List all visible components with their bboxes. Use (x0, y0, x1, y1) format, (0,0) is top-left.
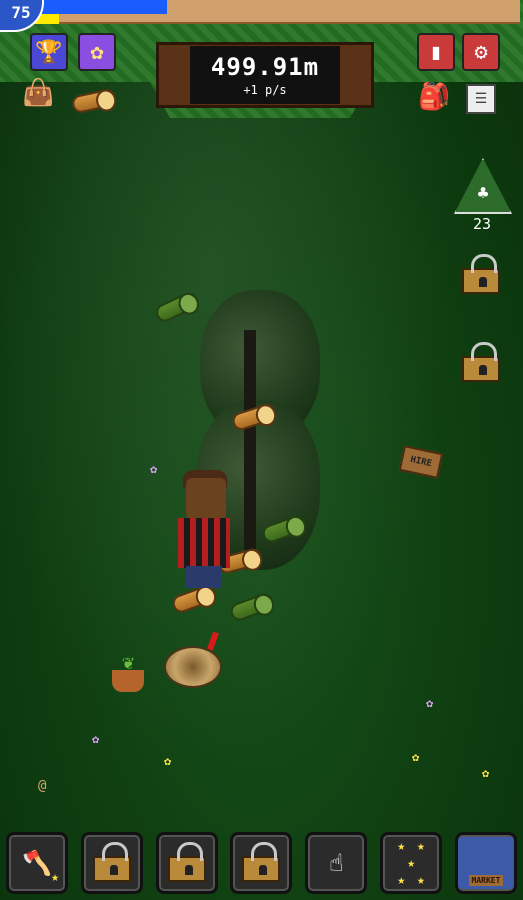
backpack-icon: 🎒 (418, 82, 451, 112)
trophy-button[interactable]: 🏆 (30, 33, 68, 71)
locked-tool-slot-3[interactable] (230, 832, 293, 894)
axe-icon: 🪓 (22, 849, 52, 877)
lock-icon (462, 254, 500, 294)
sapling-icon[interactable]: ❦ (110, 650, 146, 694)
backpack-button[interactable]: 🎒 (418, 84, 450, 110)
score-rate: +1 p/s (243, 83, 287, 97)
locked-slot-1[interactable] (462, 254, 500, 294)
lumberjack-legs (186, 566, 222, 588)
bar-chart-icon: ▮ (429, 39, 443, 65)
stars-slot[interactable]: ★ ★ ★ ★ ★ (380, 832, 443, 894)
star-icon: ★ (51, 870, 59, 885)
market-slot[interactable]: MARKET (454, 832, 517, 894)
lock-icon (242, 842, 281, 882)
score-panel: 499.91m +1 p/s (190, 46, 340, 104)
bird-nest[interactable] (164, 646, 222, 688)
xp-bar-fill (30, 0, 167, 14)
hand-tap-icon: ☝ (329, 849, 344, 877)
flower-decor: ✿ (92, 732, 100, 746)
snail-icon[interactable]: @ (38, 778, 46, 794)
trophy-icon: 🏆 (35, 39, 63, 65)
stats-button[interactable]: ▮ (417, 33, 455, 71)
lock-icon (462, 342, 500, 382)
sack-icon: 👜 (22, 78, 55, 108)
score-value: 499.91m (210, 53, 320, 81)
lumberjack-body (178, 518, 230, 568)
flower-decor: ✿ (412, 750, 420, 764)
locked-tool-slot-2[interactable] (155, 832, 218, 894)
axe-slot[interactable]: 🪓 ★ (6, 832, 68, 894)
lock-icon (92, 842, 131, 882)
lumberjack-head (186, 478, 226, 520)
notepad-icon: ☰ (474, 91, 488, 107)
lock-icon (167, 842, 206, 882)
xp-bar (30, 0, 520, 24)
gear-icon: ⚙ (474, 39, 488, 65)
settings-button[interactable]: ⚙ (462, 33, 500, 71)
tap-gesture-slot[interactable]: ☝ (305, 832, 368, 894)
score-board: 499.91m +1 p/s (156, 42, 374, 108)
tree-upgrade-count: 23 (472, 215, 492, 233)
notes-button[interactable]: ☰ (466, 84, 496, 114)
market-label: MARKET (468, 875, 504, 886)
locked-slot-2[interactable] (462, 342, 500, 382)
tree-trunk[interactable] (244, 330, 256, 550)
stars-icon: ★ ★ ★ ★ ★ (397, 838, 425, 888)
flower-decor: ✿ (164, 754, 172, 768)
fertilizer-button[interactable]: 👜 (22, 80, 54, 106)
flower-decor: ✿ (150, 462, 158, 476)
flower-decor: ✿ (426, 696, 434, 710)
tree-icon: ♣ (477, 183, 489, 204)
flower-icon: ✿ (90, 39, 104, 65)
locked-tool-slot-1[interactable] (80, 832, 143, 894)
bottom-toolbar: 🪓 ★ ☝ ★ ★ ★ ★ ★ MARKET (0, 830, 523, 900)
market-icon: MARKET (457, 837, 514, 889)
flower-decor: ✿ (482, 766, 490, 780)
flower-button[interactable]: ✿ (78, 33, 116, 71)
